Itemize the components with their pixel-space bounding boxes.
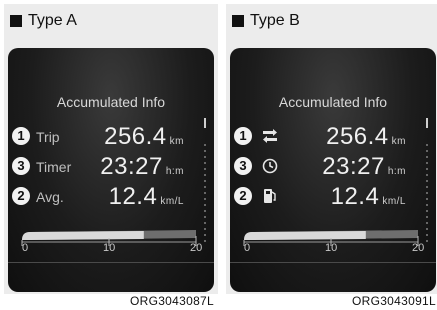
row-unit: h:m bbox=[165, 166, 184, 177]
gauge-tick-label: 10 bbox=[325, 242, 338, 254]
bullet-square-icon bbox=[10, 15, 22, 27]
gauge-tick-label: 0 bbox=[244, 242, 251, 254]
figure-code: ORG3043091L bbox=[351, 294, 436, 308]
panel-header-label: Type B bbox=[250, 12, 300, 29]
cluster-display: Accumulated Info 1 256.4 km 3 23:27 h:m 2 bbox=[230, 48, 436, 292]
row-value: 23:27 h:m bbox=[100, 153, 184, 180]
trip-row: 1 Trip 256.4 km bbox=[8, 123, 214, 150]
timer-row: 3 Timer 23:27 h:m bbox=[8, 153, 214, 180]
fuel-economy-gauge bbox=[243, 230, 419, 246]
row-label: Avg. bbox=[36, 189, 64, 205]
trip-row: 1 256.4 km bbox=[230, 123, 436, 150]
row-value: 12.4 km/L bbox=[108, 183, 184, 210]
gauge-fill bbox=[244, 231, 366, 240]
panel-header-label: Type A bbox=[28, 12, 77, 29]
average-row: 2 12.4 km/L bbox=[230, 183, 436, 210]
row-label: Timer bbox=[36, 159, 72, 175]
row-unit: km bbox=[169, 136, 184, 147]
display-title: Accumulated Info bbox=[56, 94, 166, 110]
timer-row: 3 23:27 h:m bbox=[230, 153, 436, 180]
callout-badge: 3 bbox=[234, 157, 252, 175]
route-icon bbox=[263, 129, 277, 143]
cluster-display: Accumulated Info 1 Trip 256.4 km 3 Timer … bbox=[8, 48, 214, 292]
row-value: 256.4 km bbox=[326, 123, 406, 150]
panel-header: Type A bbox=[10, 10, 77, 32]
panel-type-b: Type B Accumulated Info 1 256.4 km 3 23:2… bbox=[226, 0, 437, 310]
panel-header: Type B bbox=[232, 10, 300, 32]
gauge-fill bbox=[22, 231, 144, 240]
fuel-pump-icon bbox=[264, 189, 276, 203]
row-label: Trip bbox=[36, 129, 60, 145]
gauge-tick-label: 10 bbox=[103, 242, 116, 254]
row-value: 12.4 km/L bbox=[330, 183, 406, 210]
row-value: 23:27 h:m bbox=[322, 153, 406, 180]
gauge-tick-label: 0 bbox=[22, 242, 29, 254]
average-row: 2 Avg. 12.4 km/L bbox=[8, 183, 214, 210]
row-unit: km/L bbox=[160, 196, 184, 207]
callout-badge: 1 bbox=[234, 127, 252, 145]
display-title: Accumulated Info bbox=[278, 94, 388, 110]
gauge-tick-label: 20 bbox=[412, 242, 425, 254]
row-unit: h:m bbox=[387, 166, 406, 177]
callout-badge: 2 bbox=[12, 187, 30, 205]
clock-icon bbox=[262, 158, 278, 174]
fuel-economy-gauge bbox=[21, 230, 197, 246]
row-unit: km bbox=[391, 136, 406, 147]
figure-code: ORG3043087L bbox=[129, 294, 214, 308]
bullet-square-icon bbox=[232, 15, 244, 27]
callout-badge: 3 bbox=[12, 157, 30, 175]
panel-type-a: Type A Accumulated Info 1 Trip 256.4 km 3… bbox=[4, 0, 218, 310]
display-divider bbox=[230, 262, 436, 263]
callout-badge: 2 bbox=[234, 187, 252, 205]
gauge-tick-label: 20 bbox=[190, 242, 203, 254]
row-unit: km/L bbox=[382, 196, 406, 207]
display-divider bbox=[8, 262, 214, 263]
row-value: 256.4 km bbox=[104, 123, 184, 150]
callout-badge: 1 bbox=[12, 127, 30, 145]
